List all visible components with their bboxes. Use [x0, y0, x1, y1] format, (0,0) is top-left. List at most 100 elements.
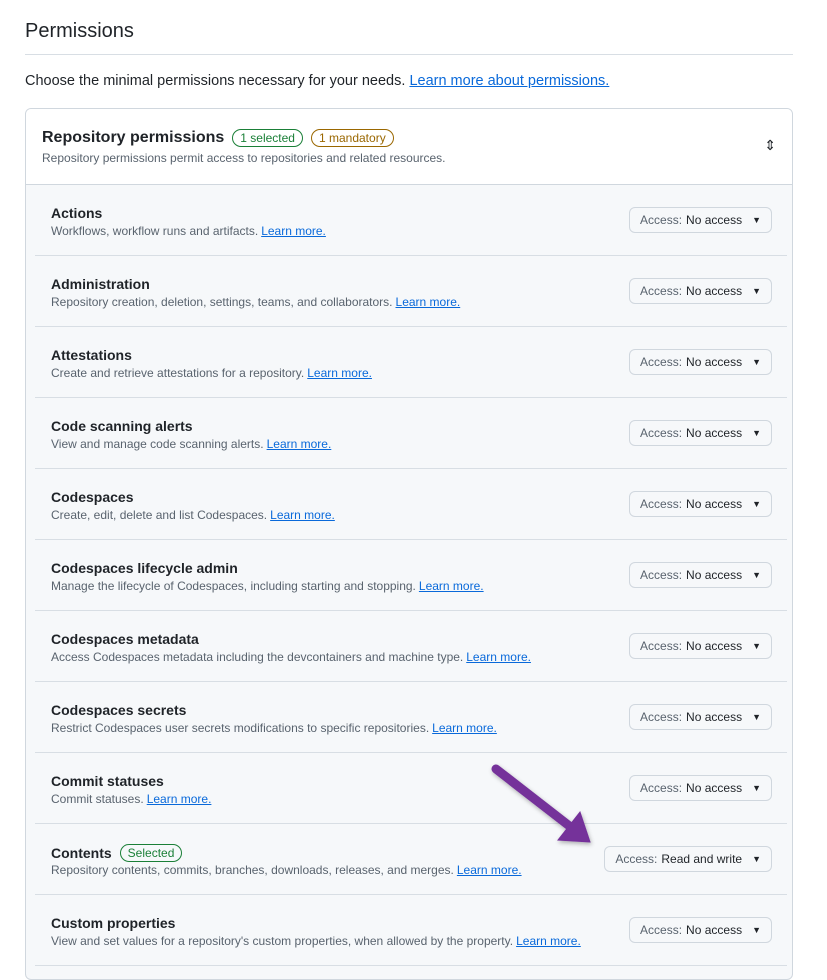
permission-description: Repository creation, deletion, settings,…: [51, 295, 460, 309]
caret-down-icon: ▼: [752, 641, 761, 651]
access-dropdown[interactable]: Access: No access ▼: [629, 775, 772, 801]
collapse-icon[interactable]: ⇕: [764, 137, 776, 154]
learn-more-link[interactable]: Learn more.: [457, 863, 522, 877]
permission-name: Commit statuses: [51, 773, 164, 789]
permission-row: Actions Workflows, workflow runs and art…: [35, 185, 787, 256]
learn-more-link[interactable]: Learn more.: [396, 295, 461, 309]
permission-description: Manage the lifecycle of Codespaces, incl…: [51, 579, 484, 593]
learn-more-link[interactable]: Learn more.: [466, 650, 531, 664]
permission-row: Attestations Create and retrieve attesta…: [35, 327, 787, 398]
divider: [25, 54, 793, 55]
permission-description-text: Manage the lifecycle of Codespaces, incl…: [51, 579, 416, 593]
permission-name: Codespaces: [51, 489, 133, 505]
permission-row: Codespaces metadata Access Codespaces me…: [35, 611, 787, 682]
access-value: No access: [686, 426, 743, 440]
access-dropdown[interactable]: Access: No access ▼: [629, 491, 772, 517]
access-label: Access:: [640, 781, 683, 795]
access-label: Access:: [615, 852, 658, 866]
access-label: Access:: [640, 923, 683, 937]
learn-more-permissions-link[interactable]: Learn more about permissions.: [409, 73, 609, 89]
panel-description: Repository permissions permit access to …: [42, 151, 446, 165]
access-dropdown[interactable]: Access: No access ▼: [629, 207, 772, 233]
access-dropdown[interactable]: Access: No access ▼: [629, 562, 772, 588]
access-dropdown[interactable]: Access: No access ▼: [629, 917, 772, 943]
access-label: Access:: [640, 710, 683, 724]
access-label: Access:: [640, 568, 683, 582]
permission-description: View and manage code scanning alerts. Lea…: [51, 437, 331, 451]
permission-row: Commit statuses Commit statuses. Learn mo…: [35, 753, 787, 824]
repository-permissions-panel: Repository permissions 1 selected 1 mand…: [25, 108, 793, 980]
access-dropdown[interactable]: Access: No access ▼: [629, 633, 772, 659]
learn-more-link[interactable]: Learn more.: [147, 792, 212, 806]
selected-badge: Selected: [119, 844, 183, 862]
access-dropdown[interactable]: Access: No access ▼: [629, 420, 772, 446]
access-value: No access: [686, 781, 743, 795]
access-value: No access: [686, 639, 743, 653]
permission-row: Custom properties View and set values fo…: [35, 895, 787, 966]
permission-name: Code scanning alerts: [51, 418, 193, 434]
permission-name: Administration: [51, 276, 150, 292]
mandatory-count-badge: 1 mandatory: [310, 129, 394, 147]
access-label: Access:: [640, 497, 683, 511]
learn-more-link[interactable]: Learn more.: [307, 366, 372, 380]
caret-down-icon: ▼: [752, 499, 761, 509]
learn-more-link[interactable]: Learn more.: [270, 508, 335, 522]
permission-name: Codespaces secrets: [51, 702, 186, 718]
learn-more-link[interactable]: Learn more.: [432, 721, 497, 735]
permission-description-text: Create and retrieve attestations for a r…: [51, 366, 305, 380]
access-value: No access: [686, 284, 743, 298]
permission-name: Contents Selected: [51, 844, 183, 862]
permission-name: Codespaces lifecycle admin: [51, 560, 238, 576]
access-label: Access:: [640, 355, 683, 369]
intro-text: Choose the minimal permissions necessary…: [25, 73, 609, 89]
learn-more-link[interactable]: Learn more.: [261, 224, 326, 238]
access-dropdown[interactable]: Access: No access ▼: [629, 349, 772, 375]
permission-name: Custom properties: [51, 915, 175, 931]
permission-name-text: Codespaces: [51, 489, 134, 505]
permission-description: View and set values for a repository's c…: [51, 934, 581, 948]
intro-label: Choose the minimal permissions necessary…: [25, 73, 406, 89]
caret-down-icon: ▼: [752, 357, 761, 367]
learn-more-link[interactable]: Learn more.: [267, 437, 332, 451]
access-dropdown[interactable]: Access: No access ▼: [629, 704, 772, 730]
permission-description: Commit statuses. Learn more.: [51, 792, 211, 806]
permission-description: Create, edit, delete and list Codespaces…: [51, 508, 335, 522]
permission-row: Contents Selected Repository contents, co…: [35, 824, 787, 895]
learn-more-link[interactable]: Learn more.: [419, 579, 484, 593]
permission-name-text: Codespaces secrets: [51, 702, 187, 718]
caret-down-icon: ▼: [752, 783, 761, 793]
caret-down-icon: ▼: [752, 712, 761, 722]
permission-description-text: Repository creation, deletion, settings,…: [51, 295, 393, 309]
access-label: Access:: [640, 213, 683, 227]
panel-title-text: Repository permissions: [42, 129, 225, 146]
permission-name-text: Attestations: [51, 347, 132, 363]
caret-down-icon: ▼: [752, 854, 761, 864]
panel-header: Repository permissions 1 selected 1 mand…: [26, 109, 792, 185]
permission-description-text: Workflows, workflow runs and artifacts.: [51, 224, 259, 238]
caret-down-icon: ▼: [752, 428, 761, 438]
access-value: No access: [686, 497, 743, 511]
permission-name-text: Codespaces lifecycle admin: [51, 560, 238, 576]
caret-down-icon: ▼: [752, 215, 761, 225]
access-dropdown[interactable]: Access: No access ▼: [629, 278, 772, 304]
caret-down-icon: ▼: [752, 570, 761, 580]
access-value: No access: [686, 568, 743, 582]
permission-name-text: Commit statuses: [51, 773, 164, 789]
page-title: Permissions: [25, 20, 134, 42]
learn-more-link[interactable]: Learn more.: [516, 934, 581, 948]
permission-name: Codespaces metadata: [51, 631, 199, 647]
access-value: No access: [686, 355, 743, 369]
permission-description: Create and retrieve attestations for a r…: [51, 366, 372, 380]
caret-down-icon: ▼: [752, 925, 761, 935]
access-value: No access: [686, 710, 743, 724]
permission-name-text: Contents: [51, 845, 112, 861]
permission-description-text: Access Codespaces metadata including the…: [51, 650, 464, 664]
access-value: No access: [686, 923, 743, 937]
access-value: Read and write: [661, 852, 743, 866]
permission-description-text: View and set values for a repository's c…: [51, 934, 514, 948]
panel-title: Repository permissions 1 selected 1 mand…: [42, 129, 394, 147]
permission-row: Codespaces Create, edit, delete and list…: [35, 469, 787, 540]
permission-name: Attestations: [51, 347, 132, 363]
access-dropdown[interactable]: Access: Read and write ▼: [604, 846, 772, 872]
permission-list: Actions Workflows, workflow runs and art…: [26, 185, 792, 966]
